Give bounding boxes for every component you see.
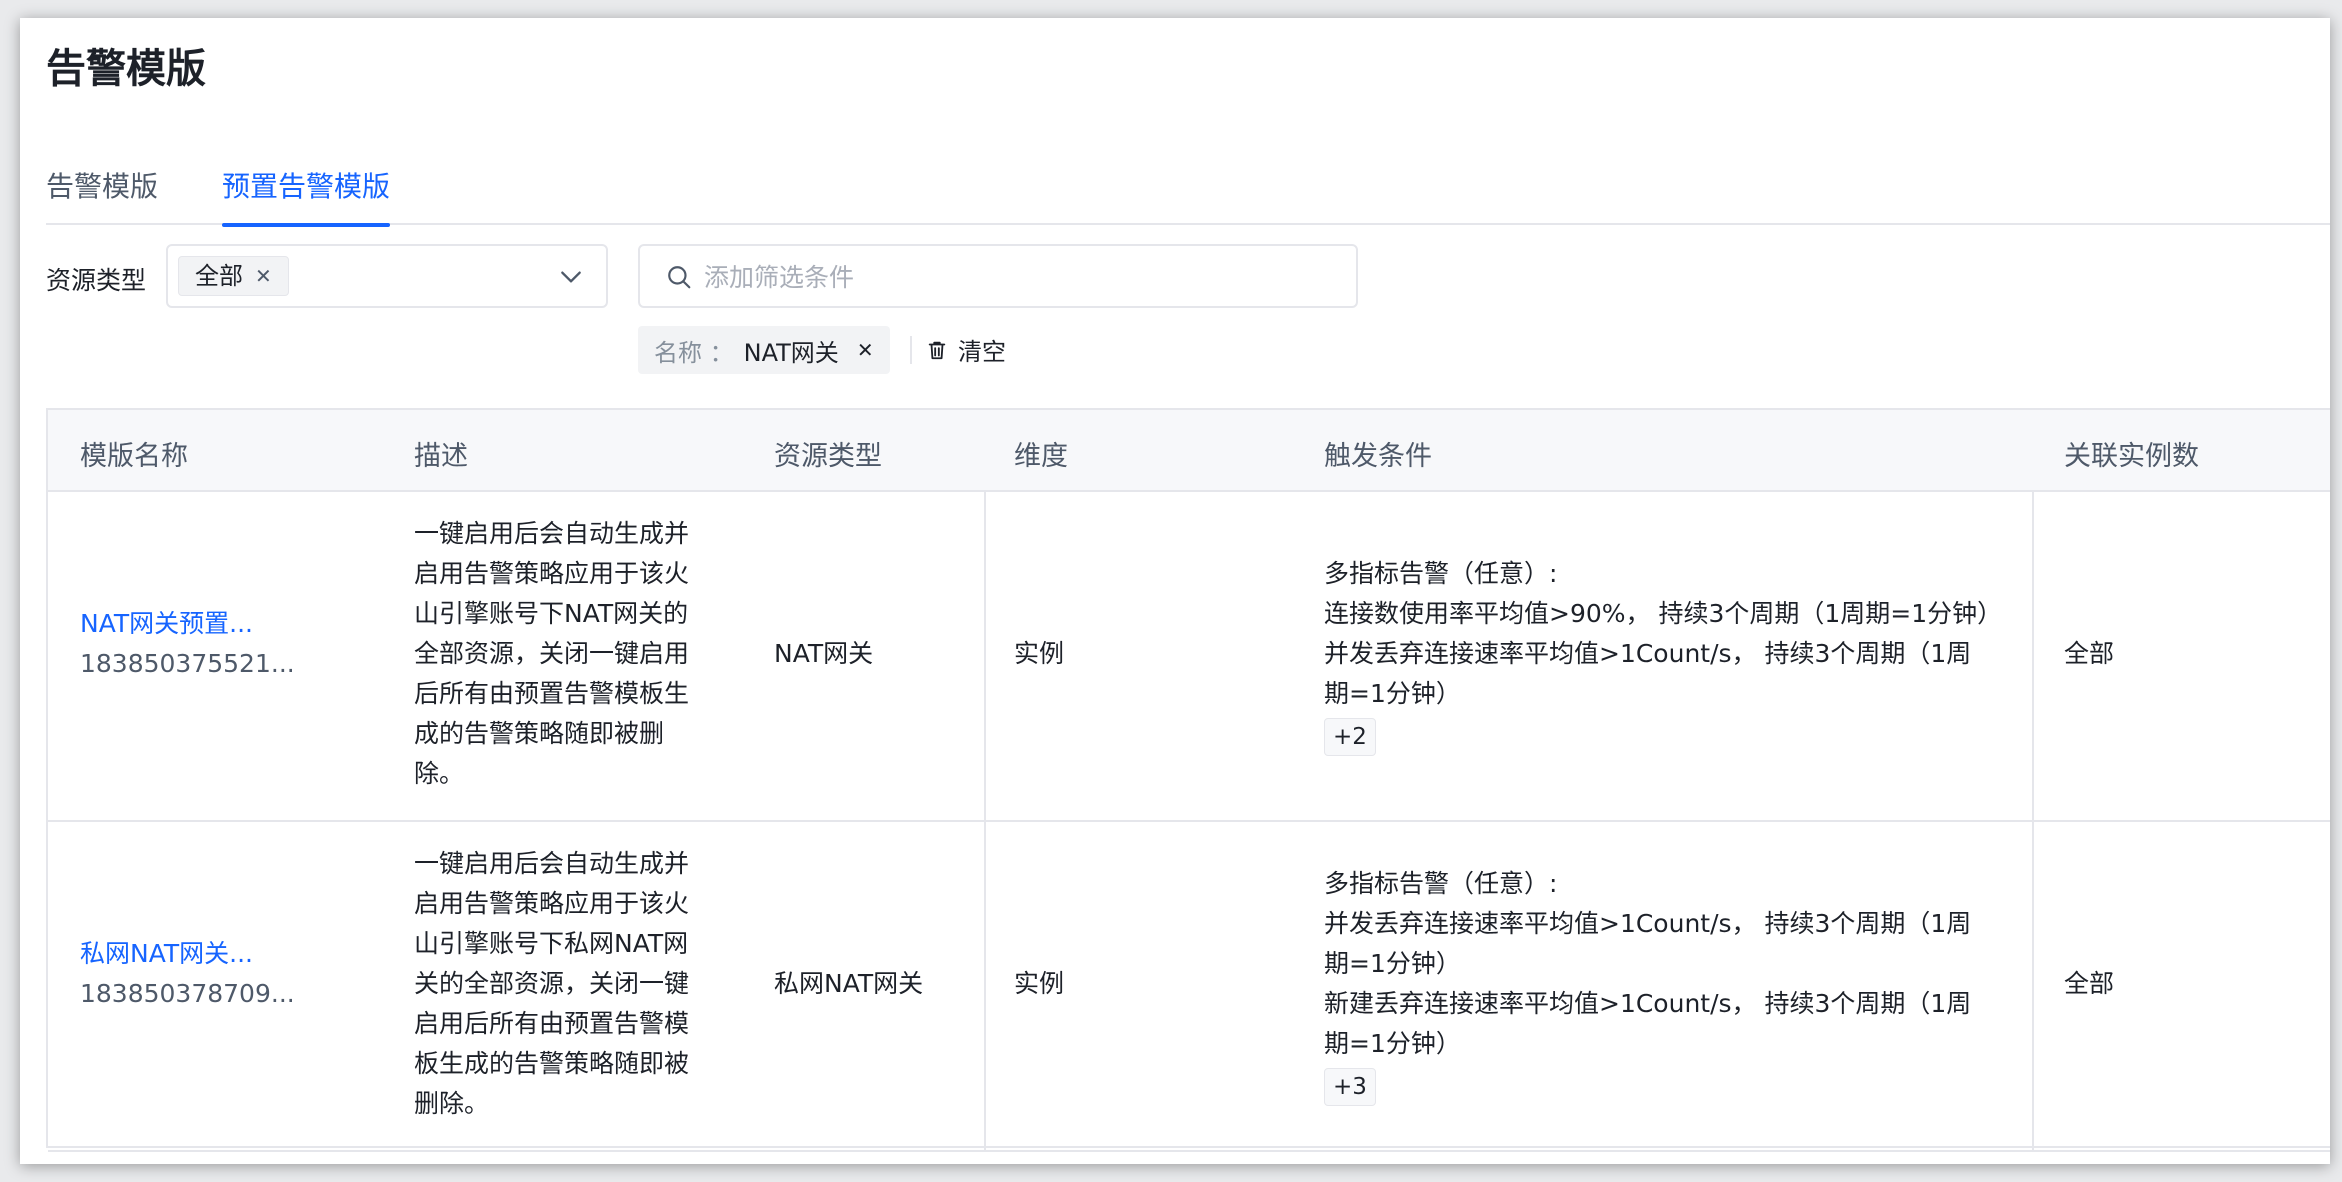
filter-value: NAT网关 <box>743 338 839 367</box>
column-header-instance-count: 关联实例数 <box>2064 441 2199 472</box>
table-row: 私网NAT网关... 183850378709... 一键启用后会自动生成并 启… <box>48 822 2330 1152</box>
selected-chip: 全部 ✕ <box>178 256 289 296</box>
description-line: 除。 <box>414 759 465 788</box>
description-line: 全部资源，关闭一键启用 <box>414 639 690 668</box>
template-name-cell: NAT网关预置... 183850375521... <box>80 604 295 684</box>
condition-line: 期=1分钟） <box>1324 949 1461 978</box>
column-header-trigger-condition: 触发条件 <box>1324 441 1432 472</box>
description-cell: 一键启用后会自动生成并 启用告警策略应用于该火 山引擎账号下NAT网关的 全部资… <box>414 514 704 794</box>
condition-line: 新建丢弃连接速率平均值>1Count/s， 持续3个周期（1周 <box>1324 989 1972 1018</box>
filter-search-box[interactable] <box>638 244 1358 308</box>
template-name-cell: 私网NAT网关... 183850378709... <box>80 934 295 1014</box>
chip-label: 全部 <box>195 262 243 290</box>
table-header: 模版名称 描述 资源类型 维度 触发条件 关联实例数 <box>48 410 2330 492</box>
condition-line: 并发丢弃连接速率平均值>1Count/s， 持续3个周期（1周 <box>1324 909 1972 938</box>
dimension-cell: 实例 <box>1014 639 1065 668</box>
trash-icon <box>928 341 946 359</box>
description-line: 山引擎账号下私网NAT网 <box>414 929 689 958</box>
condition-line: 多指标告警（任意）: <box>1324 559 1558 588</box>
trigger-condition-cell: 多指标告警（任意）: 并发丢弃连接速率平均值>1Count/s， 持续3个周期（… <box>1324 864 2024 1106</box>
description-line: 后所有由预置告警模板生 <box>414 679 690 708</box>
more-conditions-badge[interactable]: +2 <box>1324 718 1376 756</box>
description-line: 启用后所有由预置告警模 <box>414 1009 690 1038</box>
description-line: 山引擎账号下NAT网关的 <box>414 599 689 628</box>
template-name-link[interactable]: NAT网关预置... <box>80 604 295 644</box>
description-line: 一键启用后会自动生成并 <box>414 519 690 548</box>
condition-line: 多指标告警（任意）: <box>1324 869 1558 898</box>
description-line: 启用告警策略应用于该火 <box>414 559 690 588</box>
tab-bar: 告警模版 预置告警模版 <box>46 143 2330 227</box>
close-icon[interactable]: ✕ <box>857 338 874 362</box>
template-id: 183850375521... <box>80 649 295 678</box>
search-icon <box>668 266 691 289</box>
column-header-name: 模版名称 <box>80 441 188 472</box>
resource-type-cell: 私网NAT网关 <box>774 969 924 998</box>
condition-line: 连接数使用率平均值>90%， 持续3个周期（1周期=1分钟） <box>1324 599 2003 628</box>
close-icon[interactable]: ✕ <box>255 257 272 295</box>
column-header-description: 描述 <box>414 441 468 472</box>
condition-line: 期=1分钟） <box>1324 679 1461 708</box>
resource-type-select[interactable]: 全部 ✕ <box>166 244 608 308</box>
chevron-down-icon[interactable] <box>558 264 584 290</box>
divider <box>910 336 912 364</box>
clear-filters-button[interactable]: 清空 <box>926 332 1006 367</box>
active-filter-tag: 名称 ： NAT网关 ✕ <box>638 326 890 374</box>
condition-line: 并发丢弃连接速率平均值>1Count/s， 持续3个周期（1周 <box>1324 639 1972 668</box>
dimension-cell: 实例 <box>1014 969 1065 998</box>
search-input[interactable] <box>704 258 1324 296</box>
table-row: NAT网关预置... 183850375521... 一键启用后会自动生成并 启… <box>48 492 2330 822</box>
instance-count-cell: 全部 <box>2064 969 2115 998</box>
template-name-link[interactable]: 私网NAT网关... <box>80 934 295 974</box>
description-line: 板生成的告警策略随即被 <box>414 1049 690 1078</box>
clear-label: 清空 <box>958 338 1006 366</box>
tab-preset-alarm-templates[interactable]: 预置告警模版 <box>222 165 391 227</box>
app-window: 告警模版 告警模版 预置告警模版 资源类型 全部 ✕ 名称 ： NAT网关 ✕ … <box>20 18 2330 1164</box>
template-table: 模版名称 描述 资源类型 维度 触发条件 关联实例数 NAT网关预置... 18… <box>46 408 2330 1152</box>
tab-alarm-templates[interactable]: 告警模版 <box>46 165 158 225</box>
resource-type-cell: NAT网关 <box>774 639 874 668</box>
description-cell: 一键启用后会自动生成并 启用告警策略应用于该火 山引擎账号下私网NAT网 关的全… <box>414 844 704 1124</box>
instance-count-cell: 全部 <box>2064 639 2115 668</box>
template-id: 183850378709... <box>80 979 295 1008</box>
description-line: 成的告警策略随即被删 <box>414 719 665 748</box>
more-conditions-badge[interactable]: +3 <box>1324 1068 1376 1106</box>
description-line: 删除。 <box>414 1089 490 1118</box>
page-title: 告警模版 <box>46 46 206 92</box>
description-line: 一键启用后会自动生成并 <box>414 849 690 878</box>
description-line: 启用告警策略应用于该火 <box>414 889 690 918</box>
description-line: 关的全部资源，关闭一键 <box>414 969 690 998</box>
column-header-resource-type: 资源类型 <box>774 441 882 472</box>
column-header-dimension: 维度 <box>1014 441 1068 472</box>
condition-line: 期=1分钟） <box>1324 1029 1461 1058</box>
filter-key: 名称 ： <box>654 338 734 367</box>
trigger-condition-cell: 多指标告警（任意）: 连接数使用率平均值>90%， 持续3个周期（1周期=1分钟… <box>1324 554 2024 756</box>
resource-type-label: 资源类型 <box>46 266 147 295</box>
